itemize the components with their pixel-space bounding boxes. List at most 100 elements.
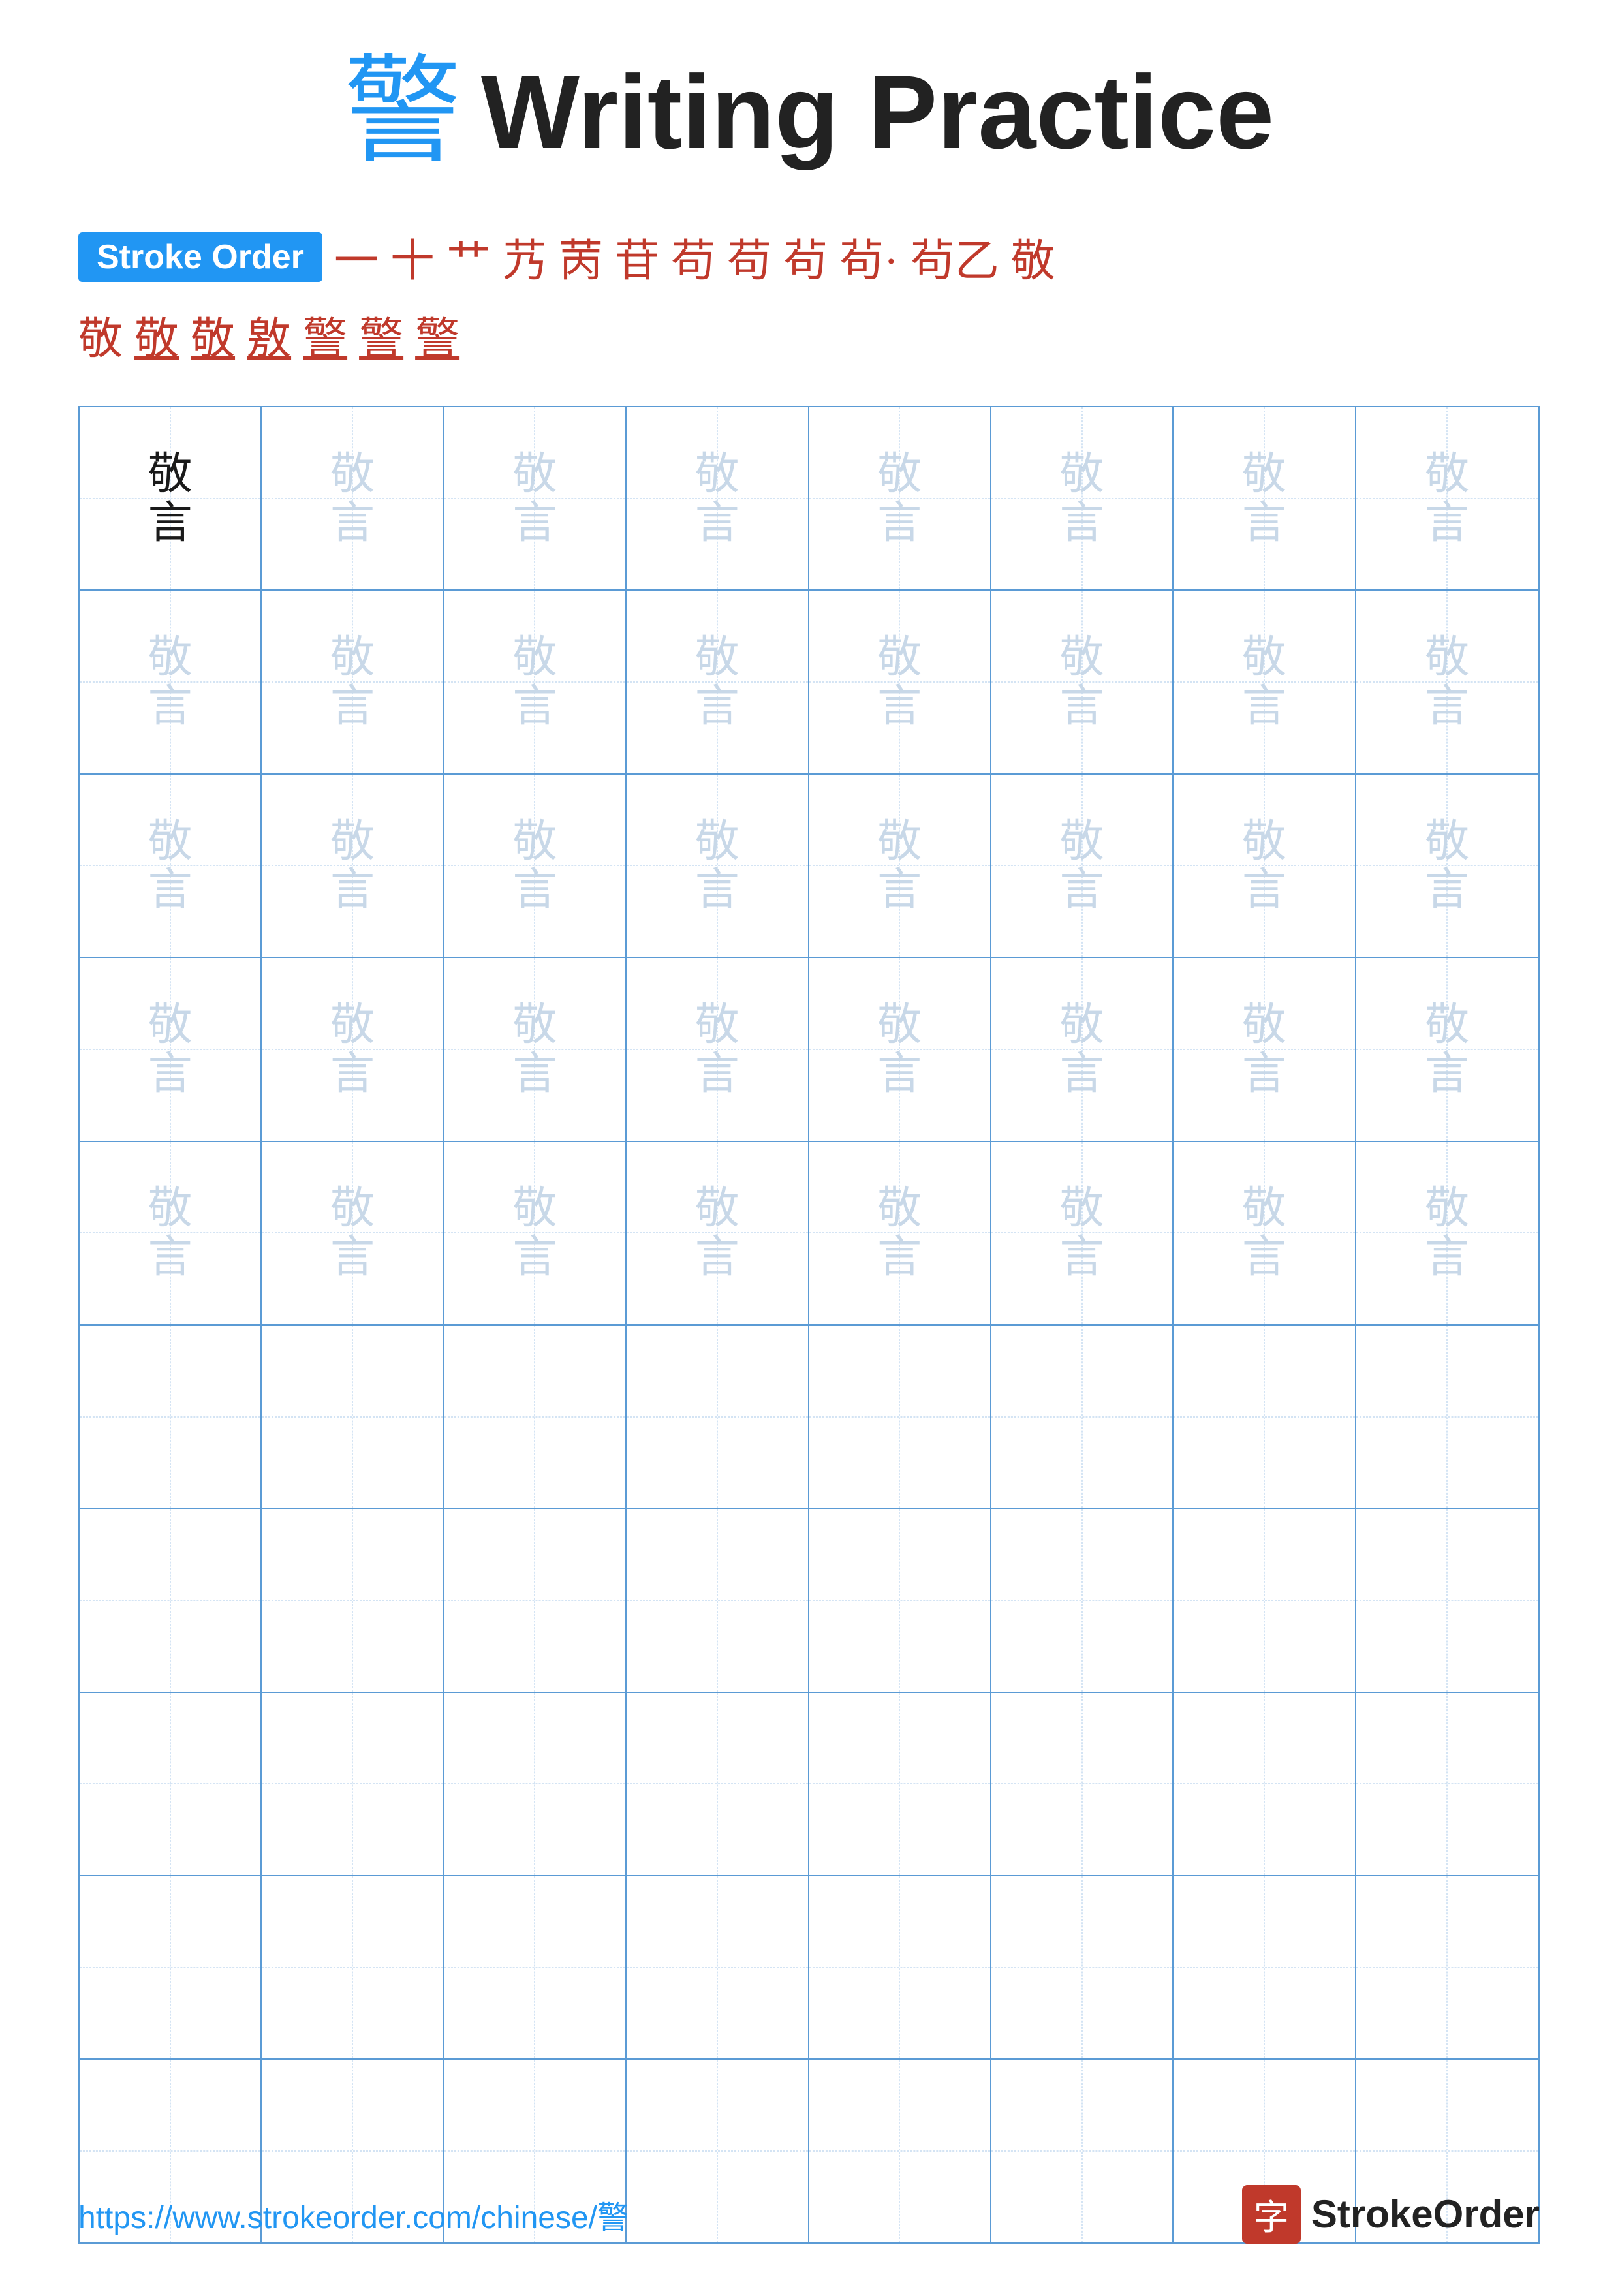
grid-cell-1-3[interactable]: 敬言	[444, 407, 627, 589]
grid-cell-2-1[interactable]: 敬言	[80, 591, 262, 773]
grid-cell-5-5[interactable]: 敬言	[809, 1142, 991, 1324]
grid-cell-8-2[interactable]	[262, 1693, 444, 1875]
grid-cell-8-5[interactable]	[809, 1693, 991, 1875]
grid-cell-9-1[interactable]	[80, 1876, 262, 2058]
grid-row-8	[80, 1693, 1538, 1876]
stroke-step-14: 敬	[134, 302, 179, 367]
stroke-order-badge[interactable]: Stroke Order	[78, 232, 322, 282]
practice-char: 敬言	[1242, 1001, 1286, 1098]
grid-cell-2-5[interactable]: 敬言	[809, 591, 991, 773]
grid-cell-1-8[interactable]: 敬言	[1356, 407, 1538, 589]
footer-url-link[interactable]: https://www.strokeorder.com/chinese/警	[78, 2192, 629, 2237]
grid-cell-8-1[interactable]	[80, 1693, 262, 1875]
grid-cell-3-1[interactable]: 敬言	[80, 775, 262, 957]
grid-cell-8-3[interactable]	[444, 1693, 627, 1875]
grid-cell-7-5[interactable]	[809, 1509, 991, 1691]
grid-cell-2-7[interactable]: 敬言	[1174, 591, 1356, 773]
grid-row-7	[80, 1509, 1538, 1692]
grid-cell-1-6[interactable]: 敬言	[991, 407, 1174, 589]
grid-cell-5-4[interactable]: 敬言	[627, 1142, 809, 1324]
stroke-row-1: Stroke Order 一 十 艹 艿 苪 苷 苟 苟 茍 茍· 茍乙 敬	[78, 225, 1540, 289]
grid-cell-2-6[interactable]: 敬言	[991, 591, 1174, 773]
practice-char: 敬言	[512, 1184, 557, 1282]
grid-cell-2-3[interactable]: 敬言	[444, 591, 627, 773]
grid-cell-1-7[interactable]: 敬言	[1174, 407, 1356, 589]
grid-cell-6-6[interactable]	[991, 1326, 1174, 1508]
grid-cell-4-4[interactable]: 敬言	[627, 958, 809, 1140]
grid-cell-9-3[interactable]	[444, 1876, 627, 2058]
grid-cell-3-5[interactable]: 敬言	[809, 775, 991, 957]
grid-cell-5-1[interactable]: 敬言	[80, 1142, 262, 1324]
grid-cell-7-6[interactable]	[991, 1509, 1174, 1691]
practice-char: 敬言	[877, 450, 922, 548]
grid-cell-1-5[interactable]: 敬言	[809, 407, 991, 589]
practice-char: 敬言	[148, 450, 193, 548]
grid-cell-8-4[interactable]	[627, 1693, 809, 1875]
grid-cell-7-3[interactable]	[444, 1509, 627, 1691]
grid-cell-8-8[interactable]	[1356, 1693, 1538, 1875]
grid-cell-9-6[interactable]	[991, 1876, 1174, 2058]
grid-cell-9-7[interactable]	[1174, 1876, 1356, 2058]
stroke-step-4: 艿	[503, 225, 547, 289]
grid-cell-5-3[interactable]: 敬言	[444, 1142, 627, 1324]
grid-cell-7-4[interactable]	[627, 1509, 809, 1691]
grid-cell-7-2[interactable]	[262, 1509, 444, 1691]
grid-cell-9-5[interactable]	[809, 1876, 991, 2058]
grid-cell-7-8[interactable]	[1356, 1509, 1538, 1691]
stroke-step-1: 一	[334, 225, 379, 289]
grid-cell-4-8[interactable]: 敬言	[1356, 958, 1538, 1140]
grid-cell-9-2[interactable]	[262, 1876, 444, 2058]
practice-char: 敬言	[1060, 817, 1104, 915]
grid-cell-1-4[interactable]: 敬言	[627, 407, 809, 589]
grid-cell-6-8[interactable]	[1356, 1326, 1538, 1508]
title-chinese-char: 警	[344, 54, 461, 171]
practice-char: 敬言	[1425, 1184, 1469, 1282]
grid-cell-3-3[interactable]: 敬言	[444, 775, 627, 957]
practice-char: 敬言	[1242, 450, 1286, 548]
grid-cell-1-2[interactable]: 敬言	[262, 407, 444, 589]
stroke-step-13: 敬	[78, 302, 123, 367]
grid-cell-3-7[interactable]: 敬言	[1174, 775, 1356, 957]
practice-char: 敬言	[148, 1001, 193, 1098]
practice-char: 敬言	[1060, 450, 1104, 548]
grid-cell-3-4[interactable]: 敬言	[627, 775, 809, 957]
practice-char: 敬言	[1242, 633, 1286, 731]
grid-cell-5-8[interactable]: 敬言	[1356, 1142, 1538, 1324]
grid-cell-8-7[interactable]	[1174, 1693, 1356, 1875]
grid-cell-2-8[interactable]: 敬言	[1356, 591, 1538, 773]
grid-cell-6-4[interactable]	[627, 1326, 809, 1508]
grid-cell-3-2[interactable]: 敬言	[262, 775, 444, 957]
grid-cell-5-6[interactable]: 敬言	[991, 1142, 1174, 1324]
grid-cell-4-7[interactable]: 敬言	[1174, 958, 1356, 1140]
grid-cell-4-5[interactable]: 敬言	[809, 958, 991, 1140]
footer-logo-text: StrokeOrder	[1311, 2192, 1540, 2237]
grid-cell-1-1[interactable]: 敬言	[80, 407, 262, 589]
grid-cell-9-8[interactable]	[1356, 1876, 1538, 2058]
footer: https://www.strokeorder.com/chinese/警 字 …	[78, 2185, 1540, 2244]
grid-cell-5-2[interactable]: 敬言	[262, 1142, 444, 1324]
grid-cell-3-6[interactable]: 敬言	[991, 775, 1174, 957]
grid-cell-2-2[interactable]: 敬言	[262, 591, 444, 773]
grid-cell-6-1[interactable]	[80, 1326, 262, 1508]
stroke-step-17: 警	[303, 302, 347, 367]
grid-cell-3-8[interactable]: 敬言	[1356, 775, 1538, 957]
grid-cell-4-1[interactable]: 敬言	[80, 958, 262, 1140]
grid-cell-6-3[interactable]	[444, 1326, 627, 1508]
grid-row-2: 敬言 敬言 敬言 敬言 敬言 敬言 敬言 敬言	[80, 591, 1538, 774]
grid-cell-4-6[interactable]: 敬言	[991, 958, 1174, 1140]
grid-cell-7-7[interactable]	[1174, 1509, 1356, 1691]
grid-cell-4-3[interactable]: 敬言	[444, 958, 627, 1140]
grid-cell-7-1[interactable]	[80, 1509, 262, 1691]
grid-cell-8-6[interactable]	[991, 1693, 1174, 1875]
grid-cell-9-4[interactable]	[627, 1876, 809, 2058]
grid-cell-2-4[interactable]: 敬言	[627, 591, 809, 773]
grid-cell-4-2[interactable]: 敬言	[262, 958, 444, 1140]
grid-cell-6-7[interactable]	[1174, 1326, 1356, 1508]
practice-char: 敬言	[1060, 1184, 1104, 1282]
practice-char: 敬言	[148, 817, 193, 915]
grid-cell-6-2[interactable]	[262, 1326, 444, 1508]
grid-cell-5-7[interactable]: 敬言	[1174, 1142, 1356, 1324]
practice-char: 敬言	[1242, 1184, 1286, 1282]
grid-cell-6-5[interactable]	[809, 1326, 991, 1508]
stroke-row-2: 敬 敬 敬 敫 警 警 警	[78, 302, 1540, 367]
